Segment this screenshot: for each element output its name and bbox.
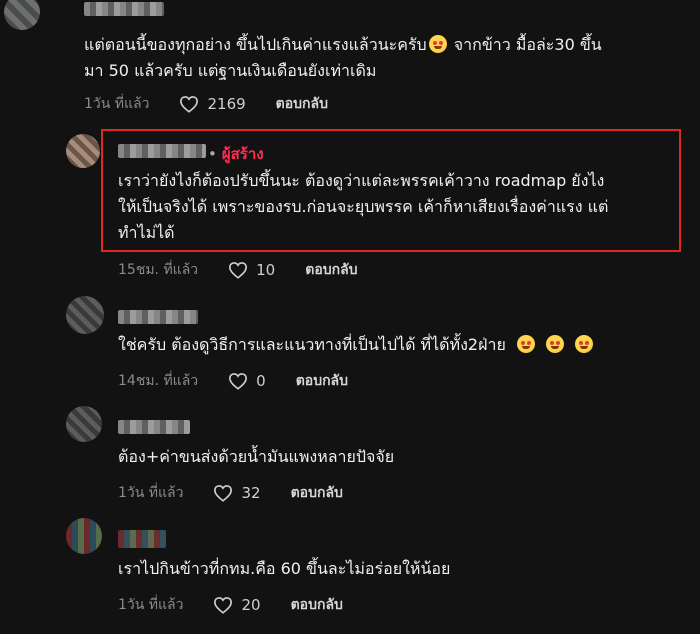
reply-button[interactable]: ตอบกลับ xyxy=(276,93,328,115)
like-count: 32 xyxy=(241,484,261,502)
smiling-face-with-hearts-icon xyxy=(546,335,564,353)
heart-outline-icon xyxy=(229,373,248,390)
reply-button[interactable]: ตอบกลับ xyxy=(291,594,343,616)
smiling-face-with-hearts-icon xyxy=(516,335,535,353)
creator-badge: • ผู้สร้าง xyxy=(208,145,264,163)
heart-outline-icon xyxy=(214,597,233,614)
avatar[interactable] xyxy=(4,0,40,30)
avatar[interactable] xyxy=(66,518,102,554)
timestamp: 1วัน ที่แล้ว xyxy=(118,485,184,501)
like-button[interactable]: 32 xyxy=(213,484,261,502)
comment-text: แต่ตอนนี้ของทุกอย่าง ขึ้นไปเกินค่าแรงแล้… xyxy=(84,35,602,80)
like-count: 10 xyxy=(256,261,276,279)
reply-button[interactable]: ตอบกลับ xyxy=(291,482,343,504)
comment-meta: 15ชม. ที่แล้ว 10 ตอบกลับ xyxy=(118,259,358,281)
comment-meta: 1วัน ที่แล้ว 32 ตอบกลับ xyxy=(118,482,343,504)
comment-meta: 1วัน ที่แล้ว 2169 ตอบกลับ xyxy=(84,93,328,115)
like-count: 2169 xyxy=(207,95,246,113)
username-blurred[interactable] xyxy=(118,310,198,324)
username-blurred[interactable] xyxy=(118,144,206,158)
reply-button[interactable]: ตอบกลับ xyxy=(296,370,348,392)
heart-outline-icon xyxy=(180,96,199,113)
username-blurred[interactable] xyxy=(84,2,164,16)
reply-button[interactable]: ตอบกลับ xyxy=(305,259,357,281)
timestamp: 1วัน ที่แล้ว xyxy=(118,597,184,613)
comment-meta: 14ชม. ที่แล้ว 0 ตอบกลับ xyxy=(118,370,348,392)
comment-text: เราไปกินข้าวที่กทม.คือ 60 ขึ้นละไม่อร่อย… xyxy=(118,559,451,578)
timestamp: 15ชม. ที่แล้ว xyxy=(118,262,199,278)
comment-text: ต้อง+ค่าขนส่งด้วยน้ำมันแพงหลายปัจจัย xyxy=(118,447,395,466)
like-count: 20 xyxy=(241,596,261,614)
username-blurred[interactable] xyxy=(118,420,190,434)
smiling-face-with-hearts-icon xyxy=(575,335,594,353)
like-button[interactable]: 2169 xyxy=(179,95,246,113)
avatar[interactable] xyxy=(66,296,104,334)
avatar[interactable] xyxy=(66,134,100,168)
avatar[interactable] xyxy=(66,406,102,442)
smiling-face-with-hearts-icon xyxy=(428,35,447,53)
like-count: 0 xyxy=(256,372,266,390)
heart-outline-icon xyxy=(214,485,233,502)
comment-text: ใช่ครับ ต้องดูวิธีการและแนวทางที่เป็นไปไ… xyxy=(118,332,688,358)
like-button[interactable]: 0 xyxy=(228,372,266,390)
username-blurred[interactable] xyxy=(118,530,166,548)
comment-meta: 1วัน ที่แล้ว 20 ตอบกลับ xyxy=(118,594,343,616)
like-button[interactable]: 20 xyxy=(213,596,261,614)
comment-text: เราว่ายังไงก็ต้องปรับขึ้นนะ ต้องดูว่าแต่… xyxy=(118,171,609,242)
timestamp: 1วัน ที่แล้ว xyxy=(84,96,150,112)
heart-outline-icon xyxy=(229,262,248,279)
timestamp: 14ชม. ที่แล้ว xyxy=(118,373,199,389)
like-button[interactable]: 10 xyxy=(228,261,275,279)
